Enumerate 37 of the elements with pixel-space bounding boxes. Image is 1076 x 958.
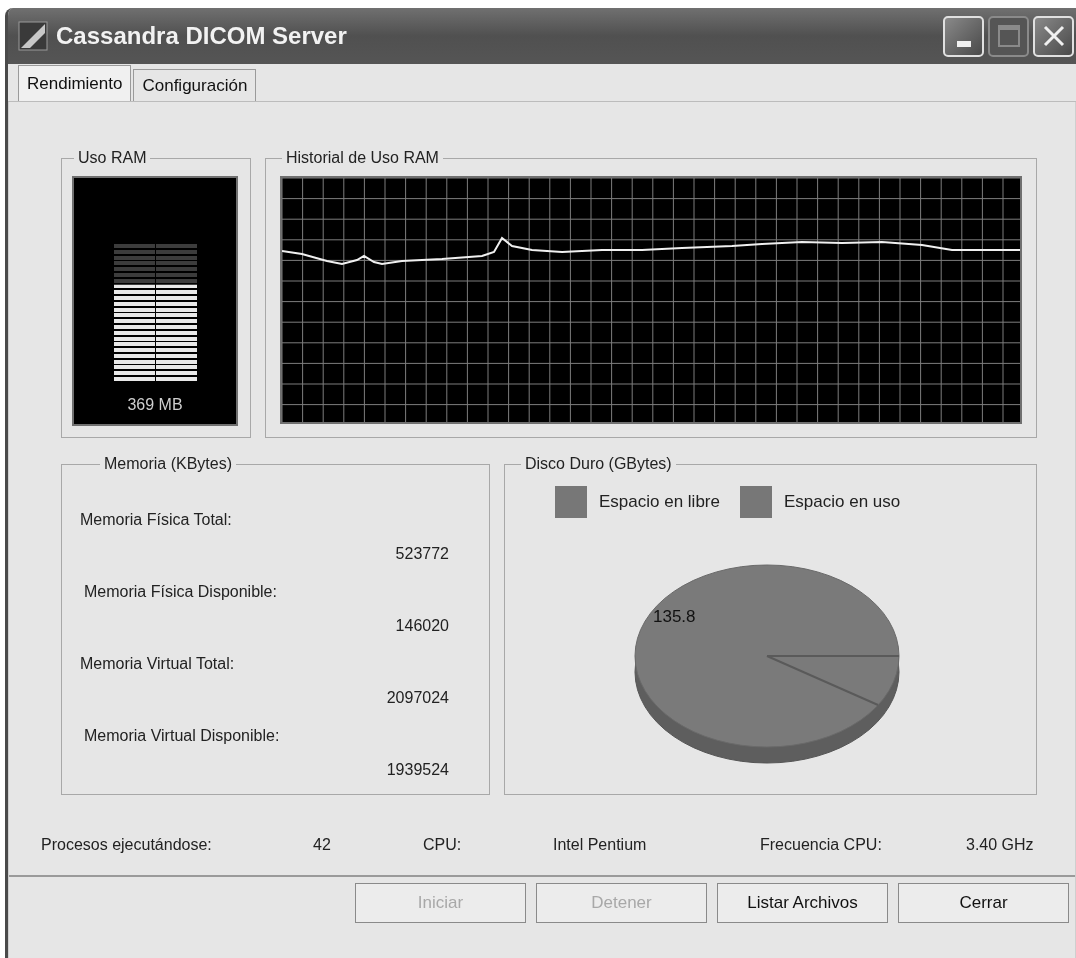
field-label: Memoria Virtual Total: [80,654,235,674]
field-label: Memoria Virtual Disponible: [84,726,280,746]
group-title: Disco Duro (GBytes) [524,454,673,474]
status-label: Frecuencia CPU: [760,835,883,855]
slice-value-label: 135.8 [653,606,696,628]
status-value: 42 [313,835,332,855]
minimize-button[interactable] [943,15,984,57]
field-value: 146020 [395,616,449,636]
window-title: Cassandra DICOM Server [56,21,347,51]
field-value: 1939524 [386,760,449,780]
group-title: Historial de Uso RAM [285,148,440,168]
ram-reading: 369 MB [127,395,183,415]
button[interactable]: Cerrar [898,883,1069,923]
group-title: Uso RAM [77,148,148,168]
button[interactable]: Listar Archivos [717,883,888,923]
field-value: 2097024 [386,688,449,708]
legend-swatch [739,486,772,518]
status-value: Intel Pentium [553,835,648,855]
close-button[interactable] [1033,15,1074,57]
tab[interactable]: Rendimiento [18,65,132,101]
status-value: 3.40 GHz [966,835,1035,855]
close-icon [1042,25,1065,47]
button: Iniciar [355,883,526,923]
status-label: CPU: [423,835,463,855]
legend-label: Espacio en libre [599,491,720,514]
group-title: Memoria (KBytes) [103,454,234,474]
app-icon [18,21,48,51]
status-label: Procesos ejecutándose: [41,835,213,855]
field-label: Memoria Física Total: [80,510,232,530]
button: Detener [536,883,707,923]
minimize-icon [956,40,971,47]
field-value: 523772 [395,544,449,564]
legend-label: Espacio en uso [783,491,901,514]
maximize-icon [997,25,1020,47]
field-label: Memoria Física Disponible: [84,582,277,602]
legend-swatch [555,486,587,518]
tab[interactable]: Configuración [133,69,257,101]
